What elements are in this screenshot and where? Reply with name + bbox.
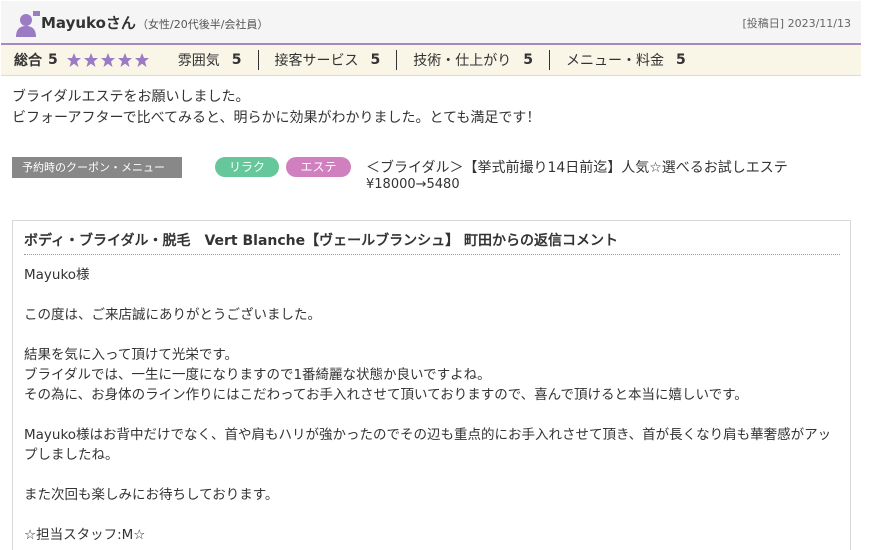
reply-greeting: Mayuko様 xyxy=(24,267,90,283)
review-text: ブライダルエステをお願いしました。 ビフォーアフターで比べてみると、明らかに効果… xyxy=(12,87,540,129)
coupon-title-link[interactable]: ＜ブライダル＞【挙式前撮り14日前迄】人気☆選べるお試しエステ xyxy=(366,157,788,177)
star-icon xyxy=(100,53,115,67)
coupon-price: ¥18000→5480 xyxy=(366,177,460,192)
salon-reply: ボディ・ブライダル・脱毛 Vert Blanche【ヴェールブランシュ】 町田か… xyxy=(12,220,851,550)
rating-service: 接客サービス 5 xyxy=(257,50,397,70)
rating-label: メニュー・料金 xyxy=(566,53,664,69)
review-line: ビフォーアフターで比べてみると、明らかに効果がわかりました。とても満足です！ xyxy=(12,110,541,126)
reply-paragraph: 結果を気に入って頂けて光栄です。 ブライダルでは、一生に一度になりますので1番綺… xyxy=(24,345,840,405)
rating-score: 5 xyxy=(231,52,242,68)
reply-content: Mayuko様 この度は、ご来店誠にありがとうございました。 結果を気に入って頂… xyxy=(24,265,840,545)
rating-label: 接客サービス xyxy=(274,53,359,69)
reply-divider xyxy=(24,254,840,255)
rating-label: 雰囲気 xyxy=(177,53,220,69)
user-icon xyxy=(15,10,41,38)
reply-paragraph: Mayuko様はお背中だけでなく、首や肩もハリが強かったのでその辺も重点的にお手… xyxy=(24,427,832,463)
rating-score: 5 xyxy=(676,52,686,68)
coupon-label: 予約時のクーポン・メニュー xyxy=(12,157,182,178)
star-icon xyxy=(134,53,149,67)
rating-menu-price: メニュー・料金 5 xyxy=(549,50,702,70)
post-date: [投稿日] 2023/11/13 xyxy=(742,17,851,30)
reply-paragraph: この度は、ご来店誠にありがとうございました。 xyxy=(24,307,321,323)
rating-technique: 技術・仕上がり 5 xyxy=(396,50,549,70)
star-icon xyxy=(117,53,132,67)
star-rating xyxy=(66,52,150,68)
star-icon xyxy=(66,53,81,67)
reply-line: 結果を気に入って頂けて光栄です。 xyxy=(24,347,238,363)
reviewer-name: Mayukoさん xyxy=(41,14,136,32)
review-line: ブライダルエステをお願いしました。 xyxy=(12,89,250,105)
reply-title: ボディ・ブライダル・脱毛 Vert Blanche【ヴェールブランシュ】 町田か… xyxy=(24,233,619,249)
reply-line: ブライダルでは、一生に一度になりますので1番綺麗な状態か良いですよね。 xyxy=(24,367,491,383)
rating-score: 5 xyxy=(523,52,533,68)
rating-atmosphere: 雰囲気 5 xyxy=(172,50,258,70)
review-card: Mayukoさん （女性/20代後半/会社員） [投稿日] 2023/11/13… xyxy=(0,0,883,550)
tag-esthe: エステ xyxy=(286,157,351,177)
star-icon xyxy=(83,53,98,67)
total-rating-score: 5 xyxy=(48,52,58,68)
tag-relax: リラク xyxy=(215,157,279,177)
total-rating-label: 総合 xyxy=(14,53,42,69)
reply-staff: ☆担当スタッフ:M☆ xyxy=(24,527,146,543)
reviewer-info: （女性/20代後半/会社員） xyxy=(137,18,269,31)
rating-label: 技術・仕上がり xyxy=(413,53,512,69)
ratings-bar: 総合 5 雰囲気 5 接客サービス 5 技術・仕上がり 5 メニュー・料金 5 xyxy=(1,45,861,76)
review-header: Mayukoさん （女性/20代後半/会社員） [投稿日] 2023/11/13 xyxy=(1,1,861,45)
rating-score: 5 xyxy=(370,52,381,68)
reply-paragraph: また次回も楽しみにお待ちしております。 xyxy=(24,487,279,503)
reply-line: その為に、お身体のライン作りにはこだわってお手入れさせて頂いておりますので、喜ん… xyxy=(24,387,748,403)
